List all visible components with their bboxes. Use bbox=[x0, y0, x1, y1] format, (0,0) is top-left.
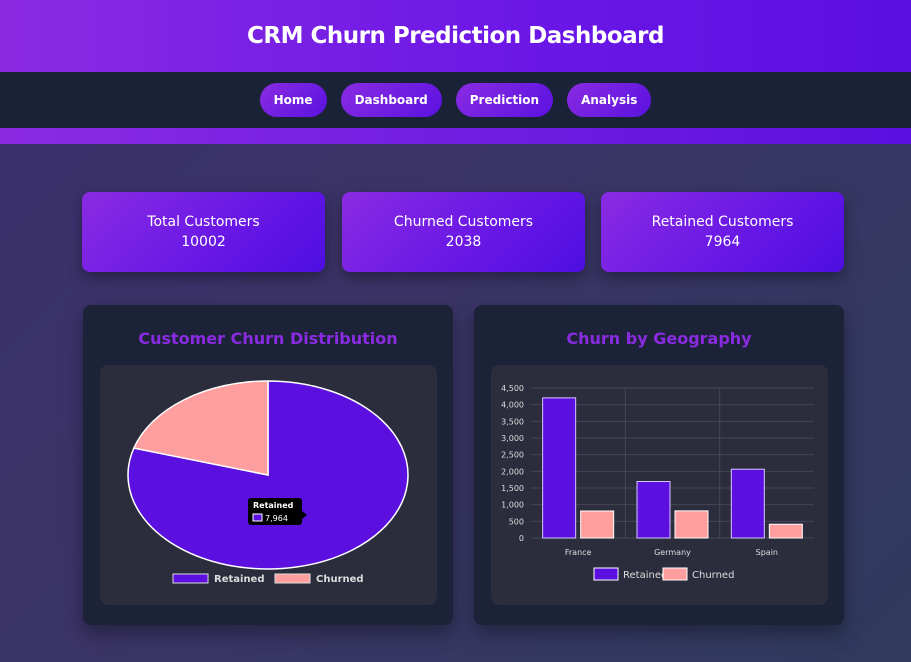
y-tick-label: 1,500 bbox=[501, 484, 524, 493]
y-tick-label: 2,500 bbox=[501, 451, 524, 460]
legend-swatch-retained bbox=[172, 573, 209, 584]
stat-label: Total Customers bbox=[147, 214, 260, 230]
y-tick-label: 3,500 bbox=[501, 417, 524, 426]
stat-card-total: Total Customers 10002 bbox=[82, 192, 325, 272]
bar-churned-germany[interactable] bbox=[674, 510, 709, 539]
bar-churned-france[interactable] bbox=[580, 510, 615, 539]
bar-retained-spain[interactable] bbox=[730, 468, 765, 539]
stat-value: 2038 bbox=[445, 234, 482, 250]
x-tick-label: France bbox=[565, 548, 592, 557]
legend-swatch-churned bbox=[662, 567, 688, 581]
y-tick-label: 4,000 bbox=[501, 401, 524, 410]
churn-geography-panel: Churn by Geography 0 500 1,000 1,500 2,000 2,… bbox=[474, 305, 844, 625]
x-tick-label: Germany bbox=[654, 548, 691, 557]
legend-label-churned[interactable]: Churned bbox=[316, 574, 364, 585]
header-accent-strip bbox=[0, 128, 911, 144]
stat-card-retained: Retained Customers 7964 bbox=[601, 192, 844, 272]
stat-card-churned: Churned Customers 2038 bbox=[342, 192, 585, 272]
legend-swatch-churned bbox=[274, 573, 311, 584]
nav-prediction-button[interactable]: Prediction bbox=[455, 83, 554, 117]
pie-chart[interactable]: Retained 7,964 Retained Churned bbox=[100, 365, 437, 605]
bar-chart-container: 0 500 1,000 1,500 2,000 2,500 3,000 3,500 4,000 4… bbox=[491, 365, 828, 605]
header-bar: CRM Churn Prediction Dashboard bbox=[0, 0, 911, 72]
y-tick-label: 2,000 bbox=[501, 467, 524, 476]
nav-dashboard-button[interactable]: Dashboard bbox=[340, 83, 442, 117]
pie-tooltip: Retained 7,964 bbox=[248, 498, 307, 525]
legend-label-retained[interactable]: Retained bbox=[623, 570, 667, 581]
y-tick-label: 500 bbox=[509, 517, 524, 526]
legend-swatch-retained bbox=[593, 567, 619, 581]
stat-value: 10002 bbox=[181, 234, 226, 250]
pie-chart-container: Retained 7,964 Retained Churned bbox=[100, 365, 437, 605]
x-tick-label: Spain bbox=[756, 548, 778, 557]
pie-chart-title: Customer Churn Distribution bbox=[138, 329, 398, 348]
nav-bar: Home Dashboard Prediction Analysis bbox=[0, 72, 911, 128]
stat-value: 7964 bbox=[704, 234, 741, 250]
legend-label-churned[interactable]: Churned bbox=[692, 570, 734, 581]
bar-chart[interactable]: 0 500 1,000 1,500 2,000 2,500 3,000 3,500 4,000 4… bbox=[491, 365, 828, 605]
legend-label-retained[interactable]: Retained bbox=[214, 574, 265, 585]
bar-retained-france[interactable] bbox=[542, 397, 577, 539]
page-title: CRM Churn Prediction Dashboard bbox=[247, 23, 664, 49]
y-tick-label: 3,000 bbox=[501, 434, 524, 443]
y-tick-label: 0 bbox=[519, 534, 524, 543]
stat-label: Retained Customers bbox=[651, 214, 794, 230]
bar-chart-title: Churn by Geography bbox=[566, 329, 752, 348]
nav-analysis-button[interactable]: Analysis bbox=[567, 83, 652, 117]
bar-churned-spain[interactable] bbox=[768, 523, 803, 539]
y-tick-label: 4,500 bbox=[501, 384, 524, 393]
nav-home-button[interactable]: Home bbox=[259, 83, 327, 117]
bar-retained-germany[interactable] bbox=[636, 481, 671, 539]
tooltip-title: Retained bbox=[253, 501, 294, 510]
stat-label: Churned Customers bbox=[393, 214, 534, 230]
churn-distribution-panel: Customer Churn Distribution Retained 7,96… bbox=[83, 305, 453, 625]
y-tick-label: 1,000 bbox=[501, 501, 524, 510]
tooltip-value: 7,964 bbox=[265, 514, 288, 523]
